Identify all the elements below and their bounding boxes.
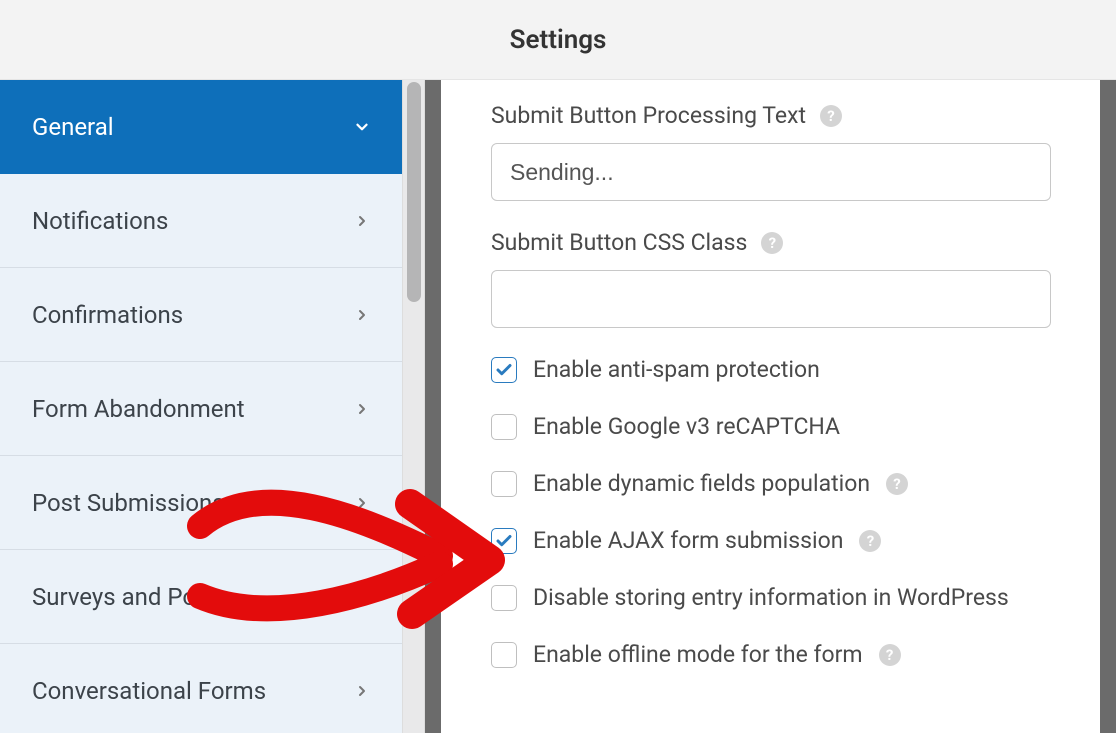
sidebar-item-post-submissions[interactable]: Post Submissions	[0, 456, 402, 550]
page-title: Settings	[510, 25, 607, 55]
help-icon[interactable]: ?	[879, 644, 901, 666]
sidebar: General Notifications Confirmations Form…	[0, 80, 402, 733]
option-label: Enable Google v3 reCAPTCHA	[533, 413, 840, 440]
field-label-row: Submit Button Processing Text ?	[491, 102, 1066, 129]
option-offline-mode[interactable]: Enable offline mode for the form ?	[491, 641, 1066, 668]
help-icon[interactable]: ?	[761, 232, 783, 254]
sidebar-item-confirmations[interactable]: Confirmations	[0, 268, 402, 362]
option-label: Enable offline mode for the form	[533, 641, 863, 668]
sidebar-item-label: Confirmations	[32, 301, 183, 329]
sidebar-item-notifications[interactable]: Notifications	[0, 174, 402, 268]
help-icon[interactable]: ?	[820, 105, 842, 127]
content: General Notifications Confirmations Form…	[0, 80, 1116, 733]
checkbox[interactable]	[491, 528, 517, 554]
sidebar-item-label: General	[32, 113, 114, 141]
checkbox[interactable]	[491, 471, 517, 497]
submit-processing-text-input[interactable]	[491, 143, 1051, 201]
checkbox[interactable]	[491, 414, 517, 440]
sidebar-item-surveys-polls[interactable]: Surveys and Polls	[0, 550, 402, 644]
submit-css-class-input[interactable]	[491, 270, 1051, 328]
field-label: Submit Button Processing Text	[491, 102, 806, 129]
panel-right-edge	[1100, 80, 1116, 733]
sidebar-wrap: General Notifications Confirmations Form…	[0, 80, 425, 733]
chevron-right-icon	[352, 493, 372, 513]
main-panel: Submit Button Processing Text ? Submit B…	[441, 80, 1116, 733]
option-label: Disable storing entry information in Wor…	[533, 584, 1009, 611]
option-ajax-submission[interactable]: Enable AJAX form submission ?	[491, 527, 1066, 554]
header: Settings	[0, 0, 1116, 80]
option-label: Enable dynamic fields population	[533, 470, 870, 497]
chevron-right-icon	[352, 211, 372, 231]
chevron-right-icon	[352, 587, 372, 607]
chevron-right-icon	[352, 305, 372, 325]
help-icon[interactable]: ?	[886, 473, 908, 495]
sidebar-item-label: Surveys and Polls	[32, 583, 220, 611]
checkbox[interactable]	[491, 642, 517, 668]
scrollbar[interactable]	[402, 80, 425, 733]
chevron-right-icon	[352, 399, 372, 419]
option-label: Enable anti-spam protection	[533, 356, 820, 383]
sidebar-item-label: Post Submissions	[32, 489, 225, 517]
sidebar-item-conversational-forms[interactable]: Conversational Forms	[0, 644, 402, 733]
chevron-down-icon	[352, 117, 372, 137]
panel-divider	[425, 80, 441, 733]
sidebar-item-label: Form Abandonment	[32, 395, 245, 423]
checkbox[interactable]	[491, 585, 517, 611]
checkbox[interactable]	[491, 357, 517, 383]
option-disable-storing[interactable]: Disable storing entry information in Wor…	[491, 584, 1066, 611]
scrollbar-thumb[interactable]	[407, 82, 421, 302]
option-label: Enable AJAX form submission	[533, 527, 843, 554]
option-dynamic-fields[interactable]: Enable dynamic fields population ?	[491, 470, 1066, 497]
option-recaptcha[interactable]: Enable Google v3 reCAPTCHA	[491, 413, 1066, 440]
field-label: Submit Button CSS Class	[491, 229, 747, 256]
chevron-right-icon	[352, 681, 372, 701]
sidebar-item-form-abandonment[interactable]: Form Abandonment	[0, 362, 402, 456]
field-label-row: Submit Button CSS Class ?	[491, 229, 1066, 256]
sidebar-item-label: Conversational Forms	[32, 677, 266, 705]
sidebar-item-label: Notifications	[32, 207, 168, 235]
sidebar-item-general[interactable]: General	[0, 80, 402, 174]
option-anti-spam[interactable]: Enable anti-spam protection	[491, 356, 1066, 383]
help-icon[interactable]: ?	[859, 530, 881, 552]
